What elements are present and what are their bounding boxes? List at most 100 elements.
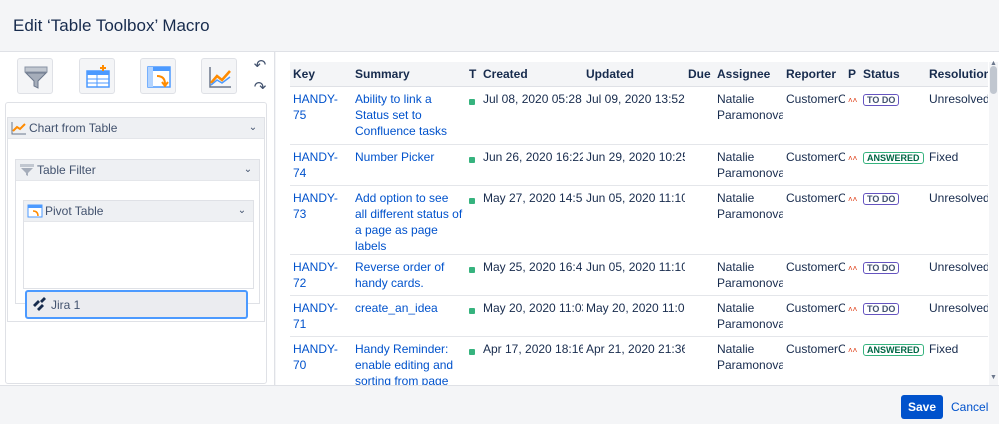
updated-cell: Jun 29, 2020 10:25 <box>583 144 685 186</box>
node-pivot-table: Pivot Table ⌄ <box>23 200 254 289</box>
issue-summary-link[interactable]: Handy Reminder: enable editing and sorti… <box>355 342 453 388</box>
reporter-cell: CustomerC <box>783 185 845 255</box>
issue-key-link[interactable]: HANDY-71 <box>293 301 338 331</box>
reporter-cell: CustomerC <box>783 86 845 145</box>
pivot-table-icon <box>147 66 171 88</box>
assignee-cell: Natalie Paramonova <box>714 86 783 145</box>
add-table-transformer-button[interactable] <box>79 58 115 94</box>
updated-cell: Jun 05, 2020 11:10 <box>583 185 685 255</box>
created-cell: Jul 08, 2020 05:28 <box>480 86 583 145</box>
dialog-header: Edit ‘Table Toolbox’ Macro <box>0 0 999 52</box>
col-header-type[interactable]: T <box>466 62 480 87</box>
add-chart-button[interactable] <box>201 58 237 94</box>
redo-icon[interactable]: ↷ <box>252 80 268 96</box>
node-jira-label: Jira 1 <box>51 298 81 312</box>
undo-icon[interactable]: ↶ <box>252 58 268 74</box>
due-cell <box>685 185 714 255</box>
macro-toolbar: ↶ ↷ <box>0 52 275 98</box>
col-header-due[interactable]: Due <box>685 62 714 87</box>
issue-key-link[interactable]: HANDY-75 <box>293 92 338 122</box>
status-badge: TO DO <box>863 261 900 274</box>
chart-icon <box>11 122 26 135</box>
col-header-key[interactable]: Key <box>290 62 352 87</box>
reporter-cell: CustomerC <box>783 254 845 296</box>
table-row: HANDY-71 create_an_idea May 20, 2020 11:03… <box>290 295 988 337</box>
priority-icon: ˄˄ <box>848 304 858 314</box>
table-row: HANDY-73 Add option to see all different … <box>290 185 988 255</box>
status-badge: TO DO <box>863 192 900 205</box>
dialog-title: Edit ‘Table Toolbox’ Macro <box>13 16 210 35</box>
issue-key-link[interactable]: HANDY-73 <box>293 191 338 221</box>
status-badge: TO DO <box>863 93 900 106</box>
status-badge: ANSWERED <box>863 151 924 164</box>
node-pivot-label: Pivot Table <box>45 204 104 218</box>
node-table-filter: Table Filter ⌄ Pivot Table ⌄ <box>15 159 260 304</box>
table-header-row: Key Summary T Created Updated Due Assign… <box>290 62 988 87</box>
issue-summary-link[interactable]: Number Picker <box>355 150 434 164</box>
issue-summary-link[interactable]: Add option to see all different status o… <box>355 191 462 253</box>
issue-summary-link[interactable]: Ability to link a Status set to Confluen… <box>355 92 447 138</box>
scroll-down-icon[interactable]: ▼ <box>990 374 997 381</box>
col-header-resolution[interactable]: Resolution <box>926 62 988 87</box>
col-header-status[interactable]: Status <box>860 62 926 87</box>
created-cell: May 27, 2020 14:53 <box>480 185 583 255</box>
issue-summary-link[interactable]: Reverse order of handy cards. <box>355 260 444 290</box>
issue-type-icon <box>469 98 475 105</box>
reporter-cell: CustomerC <box>783 295 845 337</box>
cancel-link[interactable]: Cancel <box>951 400 988 414</box>
updated-cell: May 20, 2020 11:03 <box>583 295 685 337</box>
col-header-reporter[interactable]: Reporter <box>783 62 845 87</box>
col-header-summary[interactable]: Summary <box>352 62 466 87</box>
due-cell <box>685 144 714 186</box>
updated-cell: Jun 05, 2020 11:10 <box>583 254 685 296</box>
status-badge: ANSWERED <box>863 343 924 356</box>
add-table-filter-button[interactable] <box>17 58 53 94</box>
issue-summary-link[interactable]: create_an_idea <box>355 301 438 315</box>
issue-key-link[interactable]: HANDY-72 <box>293 260 338 290</box>
priority-icon: ˄˄ <box>848 345 858 355</box>
resolution-cell: Unresolved <box>926 254 988 296</box>
issue-type-icon <box>469 348 475 355</box>
col-header-priority[interactable]: P <box>845 62 860 87</box>
chevron-down-icon[interactable]: ⌄ <box>234 203 250 219</box>
issue-type-icon <box>469 197 475 204</box>
chevron-down-icon[interactable]: ⌄ <box>245 120 261 136</box>
table-scrollbar[interactable]: ▲ ▼ <box>989 60 998 385</box>
issue-key-link[interactable]: HANDY-74 <box>293 150 338 180</box>
assignee-cell: Natalie Paramonova <box>714 295 783 337</box>
issue-key-link[interactable]: HANDY-70 <box>293 342 338 372</box>
reporter-cell: CustomerC <box>783 144 845 186</box>
funnel-icon <box>24 66 48 89</box>
table-row: HANDY-74 Number Picker Jun 26, 2020 16:22 J… <box>290 144 988 186</box>
col-header-assignee[interactable]: Assignee <box>714 62 783 87</box>
updated-cell: Jul 09, 2020 13:52 <box>583 86 685 145</box>
funnel-icon <box>20 164 34 176</box>
issues-table: Key Summary T Created Updated Due Assign… <box>290 62 988 395</box>
macro-tree: Chart from Table ⌄ Table Filter ⌄ Pivot … <box>5 102 267 384</box>
status-badge: TO DO <box>863 302 900 315</box>
macro-editor-panel: ↶ ↷ Chart from Table ⌄ Table Filter ⌄ Pi… <box>0 52 275 385</box>
col-header-updated[interactable]: Updated <box>583 62 685 87</box>
assignee-cell: Natalie Paramonova <box>714 185 783 255</box>
due-cell <box>685 254 714 296</box>
add-pivot-table-button[interactable] <box>140 58 176 94</box>
dialog-footer: Save Cancel <box>0 385 999 424</box>
due-cell <box>685 295 714 337</box>
jira-icon <box>33 297 46 311</box>
priority-icon: ˄˄ <box>848 263 858 273</box>
node-chart-header[interactable]: Chart from Table ⌄ <box>8 118 264 139</box>
chevron-down-icon[interactable]: ⌄ <box>240 162 256 178</box>
node-chart-label: Chart from Table <box>29 121 118 135</box>
table-add-icon <box>86 65 110 88</box>
assignee-cell: Natalie Paramonova <box>714 254 783 296</box>
scrollbar-thumb[interactable] <box>990 66 997 94</box>
pivot-table-icon <box>27 204 43 218</box>
node-filter-header[interactable]: Table Filter ⌄ <box>16 160 259 181</box>
col-header-created[interactable]: Created <box>480 62 583 87</box>
save-button[interactable]: Save <box>901 395 943 419</box>
resolution-cell: Unresolved <box>926 295 988 337</box>
table-row: HANDY-72 Reverse order of handy cards. May… <box>290 254 988 296</box>
node-jira-selected[interactable]: Jira 1 <box>25 290 248 319</box>
node-pivot-header[interactable]: Pivot Table ⌄ <box>24 201 253 222</box>
resolution-cell: Fixed <box>926 144 988 186</box>
